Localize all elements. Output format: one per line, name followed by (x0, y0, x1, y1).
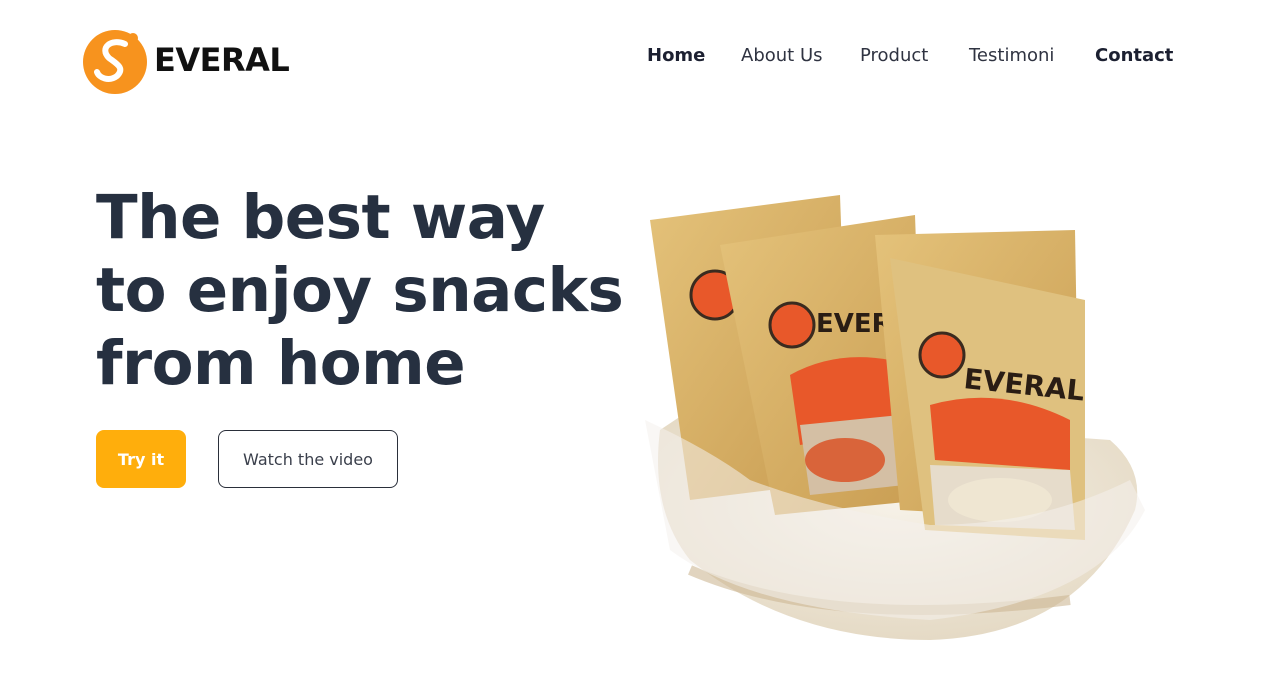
nav-item-home[interactable]: Home (647, 44, 705, 68)
hero-title-line-2: to enjoy snacks (96, 255, 624, 326)
hero-title: The best way to enjoy snacks from home (96, 181, 624, 400)
nav-item-product[interactable]: Product (860, 44, 928, 68)
nav-item-testimoni[interactable]: Testimoni (969, 44, 1054, 68)
hero-title-line-1: The best way (96, 182, 545, 253)
try-it-button[interactable]: Try it (96, 430, 186, 488)
hero-title-line-3: from home (96, 328, 466, 399)
product-image: EVERAL EVERAL (645, 195, 1145, 640)
watch-video-button[interactable]: Watch the video (218, 430, 398, 488)
nav-item-about-us[interactable]: About Us (741, 44, 823, 68)
snack-pack-front: EVERAL (875, 230, 1086, 540)
main-nav: Home About Us Product Testimoni Contact (0, 44, 1263, 68)
nav-item-contact[interactable]: Contact (1095, 44, 1173, 68)
